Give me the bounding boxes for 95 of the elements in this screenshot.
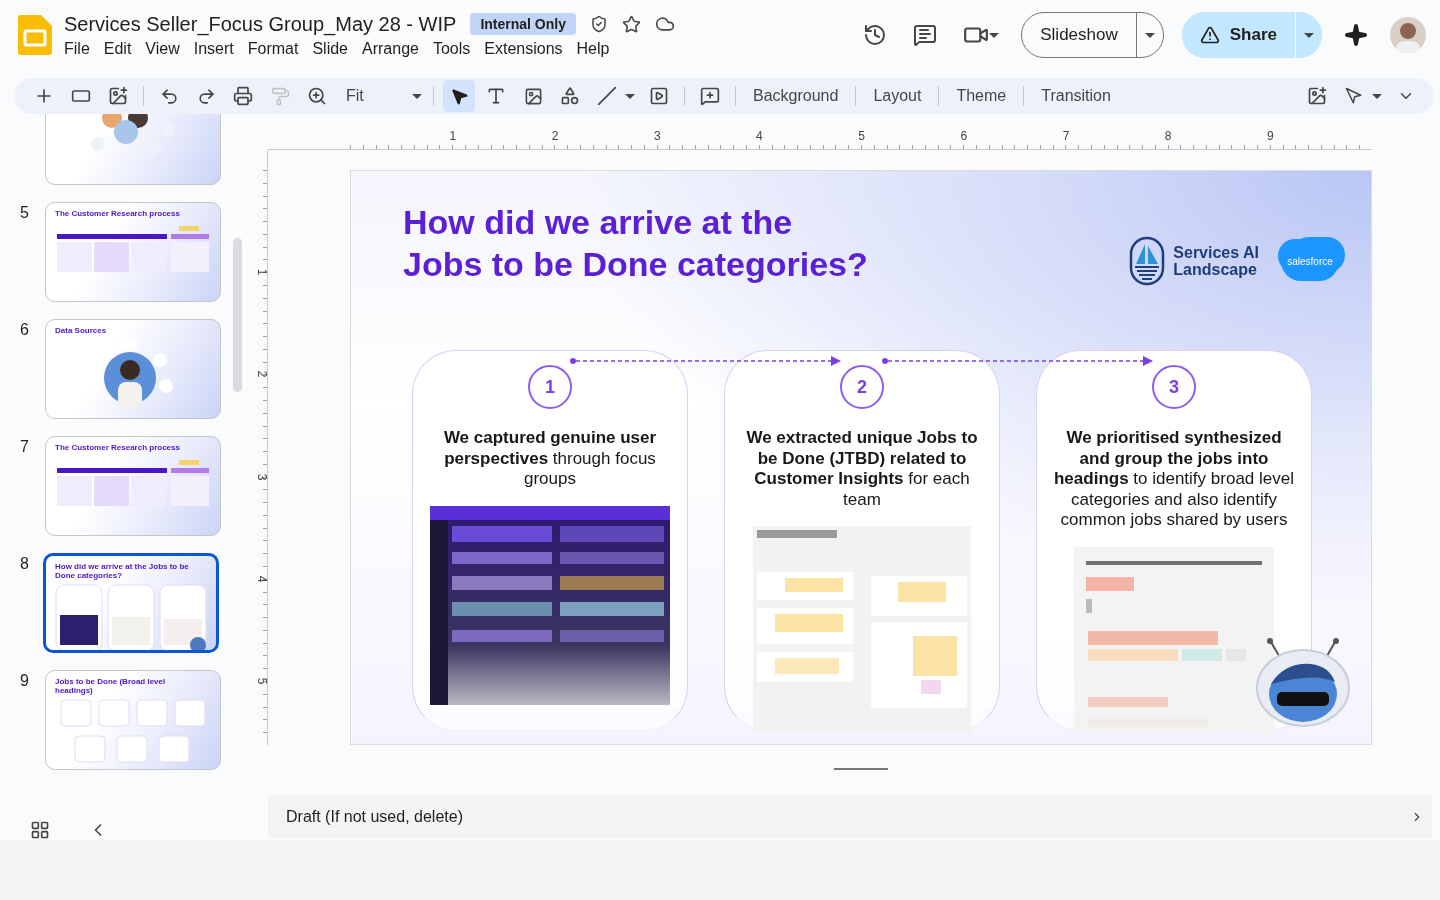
caret-icon: [1144, 32, 1155, 38]
thumbnail-title: How did we arrive at the Jobs to be Done categories?: [54, 561, 190, 580]
sparkle-icon: [1344, 23, 1368, 47]
caret-icon: [1304, 32, 1314, 38]
slide-title: How did we arrive at the: [403, 202, 794, 243]
menu-item[interactable]: Help: [569, 37, 617, 60]
thumbnail-title: The Customer Research process: [54, 208, 181, 218]
cursor-icon: [1345, 87, 1363, 105]
undo-icon: [159, 86, 179, 106]
share-button[interactable]: Share: [1181, 12, 1296, 58]
ruler-number: 2: [551, 130, 559, 142]
grid-icon: [30, 819, 50, 840]
ruler-number: 4: [756, 130, 763, 142]
toolbar-button[interactable]: Layout: [865, 83, 930, 109]
resize-handle[interactable]: [834, 768, 888, 770]
ruler-number: 5: [256, 677, 269, 685]
menu-item[interactable]: Arrange: [355, 37, 426, 60]
sailboat-logo-icon: [1129, 236, 1166, 286]
slide-thumbnail[interactable]: The Customer Research process: [45, 436, 221, 536]
ruler-number: 1: [256, 268, 269, 276]
thumbnail-title: The Customer Research process: [54, 442, 181, 452]
slide-number: 7: [20, 437, 30, 456]
toolbar-button[interactable]: Background: [745, 83, 847, 109]
pointer-icon: [449, 86, 469, 106]
comment-plus-icon: [700, 86, 720, 106]
text-icon: [486, 86, 506, 106]
toolbar-button[interactable]: Theme: [948, 83, 1015, 109]
image-plus-icon: [108, 86, 128, 106]
caret-icon: [989, 32, 1000, 38]
redo-icon: [196, 86, 216, 106]
ruler-number: 4: [256, 575, 269, 583]
star-icon: [621, 14, 641, 34]
slide-number: 6: [20, 320, 30, 339]
ruler-number: 5: [858, 130, 865, 142]
ruler-number: 7: [1062, 130, 1070, 142]
avatar[interactable]: [1390, 17, 1426, 53]
classification-label[interactable]: Internal Only: [470, 13, 576, 35]
toolbar-button[interactable]: Transition: [1033, 83, 1119, 109]
paint-roller-icon: [270, 86, 290, 106]
slide-thumbnail[interactable]: Data Sources: [45, 319, 221, 419]
menu-item[interactable]: View: [138, 37, 187, 60]
ruler-number: 1: [449, 130, 457, 142]
ruler-number: 3: [256, 473, 269, 480]
menu-item[interactable]: File: [57, 37, 97, 60]
zoom-select[interactable]: Fit: [338, 81, 424, 111]
thumbnail-title: Data Sources: [54, 325, 108, 335]
slide-number: 5: [20, 203, 30, 222]
shield-icon: [589, 15, 608, 33]
ruler-number: 8: [1164, 130, 1172, 142]
shapes-icon: [560, 86, 580, 106]
image-plus-icon: [1307, 86, 1327, 106]
history-icon: [863, 23, 888, 47]
scrollbar-thumb[interactable]: [233, 238, 242, 392]
menu-item[interactable]: Edit: [96, 37, 139, 60]
slide-number: 9: [20, 671, 30, 690]
ruler-number: 2: [256, 371, 269, 378]
menu-item[interactable]: Tools: [425, 37, 478, 60]
line-icon: [597, 86, 617, 106]
ruler-number: 9: [1267, 130, 1274, 142]
step-description: We extracted unique Jobs to be Done (JTBD) related to Customer Insights for each team: [745, 428, 979, 510]
ruler-number: 6: [960, 130, 968, 142]
step-description: We prioritised synthesized and group the jobs into headings to identify broad level categories and also identify common jobs shared by users: [1053, 428, 1295, 531]
logo-text: Landscape: [1173, 261, 1258, 278]
slide-thumbnail[interactable]: [45, 114, 221, 185]
document-title[interactable]: Services Seller_Focus Group_May 28 - WIP: [64, 12, 457, 36]
comment-icon: [913, 23, 938, 47]
speaker-notes[interactable]: Draft (If not used, delete): [268, 795, 1432, 838]
ruler-number: 3: [653, 130, 661, 142]
step-number: 2: [840, 365, 884, 409]
thumbnail-title: Jobs to be Done (Broad level headings): [54, 676, 167, 695]
step-number: 1: [528, 365, 572, 409]
slide-number: 8: [20, 554, 30, 573]
select-tool-button[interactable]: [443, 80, 475, 112]
slide-canvas[interactable]: [350, 170, 1372, 745]
image-icon: [523, 86, 543, 106]
menu-item[interactable]: Slide: [305, 37, 355, 60]
menu-item[interactable]: Insert: [186, 37, 241, 60]
cloud-icon: [654, 14, 675, 34]
zoom-icon: [307, 86, 327, 106]
step-description: We captured genuine user perspectives through focus groups: [442, 428, 658, 490]
notes-text: Draft (If not used, delete): [286, 807, 463, 826]
printer-icon: [233, 86, 253, 106]
video-icon: [649, 86, 669, 106]
step-number: 3: [1152, 365, 1196, 409]
menu-item[interactable]: Format: [240, 37, 306, 60]
slide-thumbnail[interactable]: Jobs to be Done (Broad level headings): [45, 670, 221, 770]
slide-title: Jobs to be Done categories?: [403, 244, 868, 285]
slide-thumbnail[interactable]: The Customer Research process: [45, 202, 221, 302]
slide-thumbnail[interactable]: How did we arrive at the Jobs to be Done categories?: [43, 553, 219, 653]
caret-icon: [412, 93, 422, 99]
warning-icon: [1199, 25, 1220, 45]
caret-icon: [625, 93, 635, 99]
caret-icon: [1372, 93, 1382, 99]
menu-item[interactable]: Extensions: [477, 37, 570, 60]
logo-text: Services AI: [1173, 244, 1259, 261]
